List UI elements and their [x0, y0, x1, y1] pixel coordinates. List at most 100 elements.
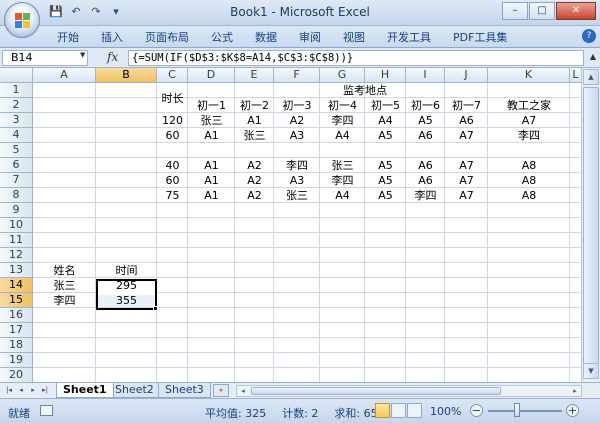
- row-header-4[interactable]: 4: [0, 128, 33, 143]
- tab-view[interactable]: 视图: [332, 29, 376, 46]
- column-header-h[interactable]: H: [365, 68, 406, 83]
- cell-g1[interactable]: 监考地点: [320, 83, 410, 98]
- cell-a15[interactable]: 李四: [33, 293, 96, 308]
- cell-j2[interactable]: 初一7: [445, 98, 488, 113]
- cell-g4[interactable]: A4: [320, 128, 365, 143]
- cell-e6[interactable]: A2: [235, 158, 274, 173]
- page-break-view-icon[interactable]: [407, 403, 422, 418]
- normal-view-icon[interactable]: [375, 403, 390, 418]
- tab-formulas[interactable]: 公式: [200, 29, 244, 46]
- column-header-c[interactable]: C: [157, 68, 188, 83]
- row-header-15[interactable]: 15: [0, 293, 33, 308]
- column-header-i[interactable]: I: [406, 68, 445, 83]
- cell-d8[interactable]: A1: [188, 188, 235, 203]
- row-header-14[interactable]: 14: [0, 278, 33, 293]
- cell-f3[interactable]: A2: [274, 113, 320, 128]
- cell-h8[interactable]: A5: [365, 188, 406, 203]
- cell-k6[interactable]: A8: [488, 158, 570, 173]
- zoom-out-icon[interactable]: −: [470, 404, 483, 417]
- scroll-left-icon[interactable]: ◂: [237, 386, 249, 396]
- cell-a14[interactable]: 张三: [33, 278, 96, 293]
- cell-e7[interactable]: A2: [235, 173, 274, 188]
- first-sheet-icon[interactable]: |◂: [3, 384, 15, 397]
- cell-j8[interactable]: A7: [445, 188, 488, 203]
- column-header-a[interactable]: A: [33, 68, 96, 83]
- tab-pdf-tools[interactable]: PDF工具集: [442, 29, 518, 46]
- cell-b14[interactable]: 295: [96, 278, 157, 293]
- sheet-tab-sheet3[interactable]: Sheet3: [158, 383, 211, 398]
- row-header-8[interactable]: 8: [0, 188, 33, 203]
- cell-h4[interactable]: A5: [365, 128, 406, 143]
- tab-data[interactable]: 数据: [244, 29, 288, 46]
- cell-f2[interactable]: 初一3: [274, 98, 320, 113]
- minimize-button[interactable]: –: [502, 2, 528, 20]
- cell-i8[interactable]: 李四: [406, 188, 445, 203]
- row-header-17[interactable]: 17: [0, 323, 33, 338]
- tab-page-layout[interactable]: 页面布局: [134, 29, 200, 46]
- cell-f4[interactable]: A3: [274, 128, 320, 143]
- zoom-slider-thumb[interactable]: [514, 403, 520, 417]
- cell-k4[interactable]: 李四: [488, 128, 570, 143]
- cell-k7[interactable]: A8: [488, 173, 570, 188]
- column-header-l[interactable]: L: [570, 68, 581, 83]
- sheet-tab-sheet2[interactable]: Sheet2: [108, 383, 161, 398]
- cell-i4[interactable]: A6: [406, 128, 445, 143]
- column-header-b[interactable]: B: [96, 68, 157, 83]
- tab-review[interactable]: 审阅: [288, 29, 332, 46]
- column-header-d[interactable]: D: [188, 68, 235, 83]
- vertical-scroll-thumb[interactable]: [583, 87, 599, 377]
- tab-developer[interactable]: 开发工具: [376, 29, 442, 46]
- maximize-button[interactable]: □: [529, 2, 555, 20]
- column-header-g[interactable]: G: [320, 68, 365, 83]
- column-header-f[interactable]: F: [274, 68, 320, 83]
- cell-d7[interactable]: A1: [188, 173, 235, 188]
- row-header-9[interactable]: 9: [0, 203, 33, 218]
- cell-h2[interactable]: 初一5: [365, 98, 406, 113]
- cell-j6[interactable]: A7: [445, 158, 488, 173]
- cell-i3[interactable]: A5: [406, 113, 445, 128]
- scroll-right-icon[interactable]: ▸: [569, 386, 581, 396]
- cell-k8[interactable]: A8: [488, 188, 570, 203]
- vertical-scrollbar[interactable]: ▲ ▼: [581, 68, 600, 382]
- cell-c3[interactable]: 120: [157, 113, 188, 128]
- cell-c1[interactable]: 时长: [157, 91, 188, 106]
- office-button[interactable]: [4, 2, 40, 38]
- row-header-12[interactable]: 12: [0, 248, 33, 263]
- cell-b13[interactable]: 时间: [96, 263, 157, 278]
- row-header-10[interactable]: 10: [0, 218, 33, 233]
- page-layout-view-icon[interactable]: [391, 403, 406, 418]
- cell-i2[interactable]: 初一6: [406, 98, 445, 113]
- cell-e8[interactable]: A2: [235, 188, 274, 203]
- formula-input[interactable]: {=SUM(IF($D$3:$K$8=A14,$C$3:$C$8))}: [128, 50, 584, 66]
- cell-c4[interactable]: 60: [157, 128, 188, 143]
- select-all-corner[interactable]: [0, 68, 33, 83]
- cell-d2[interactable]: 初一1: [188, 98, 235, 113]
- column-header-k[interactable]: K: [488, 68, 570, 83]
- cell-k2[interactable]: 教工之家: [488, 98, 570, 113]
- cell-k3[interactable]: A7: [488, 113, 570, 128]
- cell-d3[interactable]: 张三: [188, 113, 235, 128]
- cell-g6[interactable]: 张三: [320, 158, 365, 173]
- cell-h7[interactable]: A5: [365, 173, 406, 188]
- horizontal-scrollbar[interactable]: ◂ ▸: [236, 385, 582, 397]
- cell-c7[interactable]: 60: [157, 173, 188, 188]
- column-header-e[interactable]: E: [235, 68, 274, 83]
- row-header-11[interactable]: 11: [0, 233, 33, 248]
- close-button[interactable]: ✕: [556, 2, 596, 20]
- cell-e3[interactable]: A1: [235, 113, 274, 128]
- cell-f8[interactable]: 张三: [274, 188, 320, 203]
- cell-j7[interactable]: A7: [445, 173, 488, 188]
- cell-g2[interactable]: 初一4: [320, 98, 365, 113]
- cell-g8[interactable]: A4: [320, 188, 365, 203]
- prev-sheet-icon[interactable]: ◂: [15, 384, 27, 397]
- last-sheet-icon[interactable]: ▸|: [39, 384, 51, 397]
- cell-f7[interactable]: A3: [274, 173, 320, 188]
- scroll-down-icon[interactable]: ▼: [583, 363, 599, 379]
- expand-formula-bar-icon[interactable]: ▲: [590, 52, 596, 61]
- cell-i6[interactable]: A6: [406, 158, 445, 173]
- horizontal-scroll-thumb[interactable]: [251, 387, 501, 395]
- insert-function-icon[interactable]: fx: [107, 50, 118, 64]
- cell-c6[interactable]: 40: [157, 158, 188, 173]
- next-sheet-icon[interactable]: ▸: [27, 384, 39, 397]
- cell-g3[interactable]: 李四: [320, 113, 365, 128]
